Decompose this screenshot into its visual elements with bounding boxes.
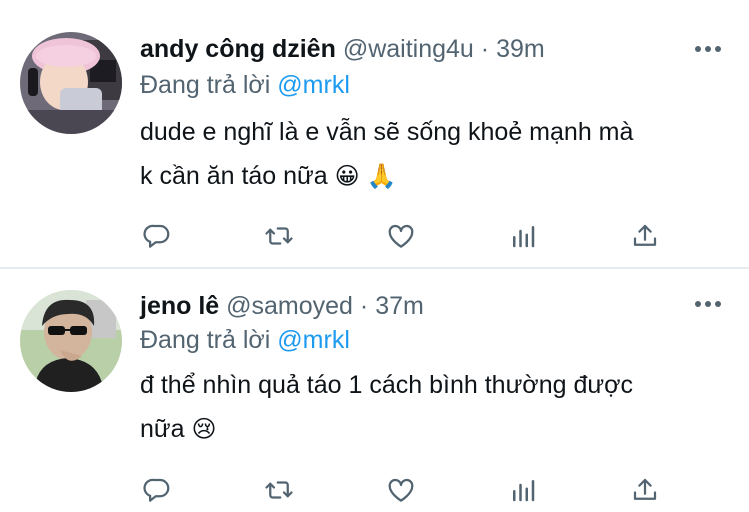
handle[interactable]: @samoyed	[226, 292, 353, 320]
tweet-text-line: dude e nghĩ là e vẫn sẽ sống khoẻ mạnh m…	[140, 118, 634, 146]
action-bar	[0, 219, 749, 253]
share-button[interactable]	[628, 219, 662, 253]
more-options-icon[interactable]	[695, 301, 721, 309]
analytics-icon	[513, 226, 535, 248]
display-name[interactable]: jeno lê	[140, 292, 219, 320]
display-name[interactable]: andy công dziên	[140, 35, 336, 63]
tweet-text-line: đ thể nhìn quả táo 1 cách bình thường đư…	[140, 371, 633, 399]
replying-to: Đang trả lời @mrkl	[140, 324, 350, 356]
tweet-text-line: k cần ăn táo nữa 😀 🙏	[140, 160, 397, 192]
folded-hands-emoji: 🙏	[366, 162, 397, 190]
replying-to-label: Đang trả lời	[140, 71, 271, 99]
tweet[interactable]: jeno lê @samoyed · 37m Đang trả lời @mrk…	[0, 268, 749, 512]
share-button[interactable]	[628, 473, 662, 507]
more-options-icon[interactable]	[695, 46, 721, 54]
avatar[interactable]	[20, 32, 122, 134]
analytics-button[interactable]	[506, 473, 540, 507]
reply-icon	[143, 478, 170, 502]
crying-face-emoji: 😢	[191, 415, 217, 443]
replying-to-label: Đang trả lời	[140, 326, 271, 354]
tweet-header: andy công dziên @waiting4u · 39m	[140, 33, 545, 65]
retweet-button[interactable]	[262, 473, 296, 507]
separator: ·	[359, 292, 369, 320]
separator: ·	[480, 35, 490, 63]
reply-icon	[143, 224, 170, 248]
tweet-header: jeno lê @samoyed · 37m	[140, 290, 424, 322]
action-bar	[0, 473, 749, 507]
retweet-icon	[265, 481, 293, 499]
reply-button[interactable]	[140, 219, 174, 253]
like-button[interactable]	[384, 473, 418, 507]
like-icon	[388, 224, 414, 248]
timestamp[interactable]: 37m	[375, 292, 424, 320]
handle[interactable]: @waiting4u	[343, 35, 474, 63]
timestamp[interactable]: 39m	[496, 35, 545, 63]
share-icon	[633, 478, 657, 500]
avatar[interactable]	[20, 290, 122, 392]
mention-link[interactable]: @mrkl	[277, 326, 350, 354]
replying-to: Đang trả lời @mrkl	[140, 69, 350, 101]
reply-button[interactable]	[140, 473, 174, 507]
grinning-face-emoji: 😀	[334, 162, 360, 190]
tweet-text-span: nữa	[140, 415, 185, 443]
tweet-text-span: k cần ăn táo nữa	[140, 162, 328, 190]
tweet-text-line: nữa 😢	[140, 413, 217, 445]
share-icon	[633, 224, 657, 246]
like-icon	[388, 478, 414, 502]
analytics-icon	[513, 480, 535, 502]
retweet-button[interactable]	[262, 219, 296, 253]
analytics-button[interactable]	[506, 219, 540, 253]
tweet[interactable]: andy công dziên @waiting4u · 39m Đang tr…	[0, 0, 749, 268]
mention-link[interactable]: @mrkl	[277, 71, 350, 99]
retweet-icon	[265, 227, 293, 245]
like-button[interactable]	[384, 219, 418, 253]
